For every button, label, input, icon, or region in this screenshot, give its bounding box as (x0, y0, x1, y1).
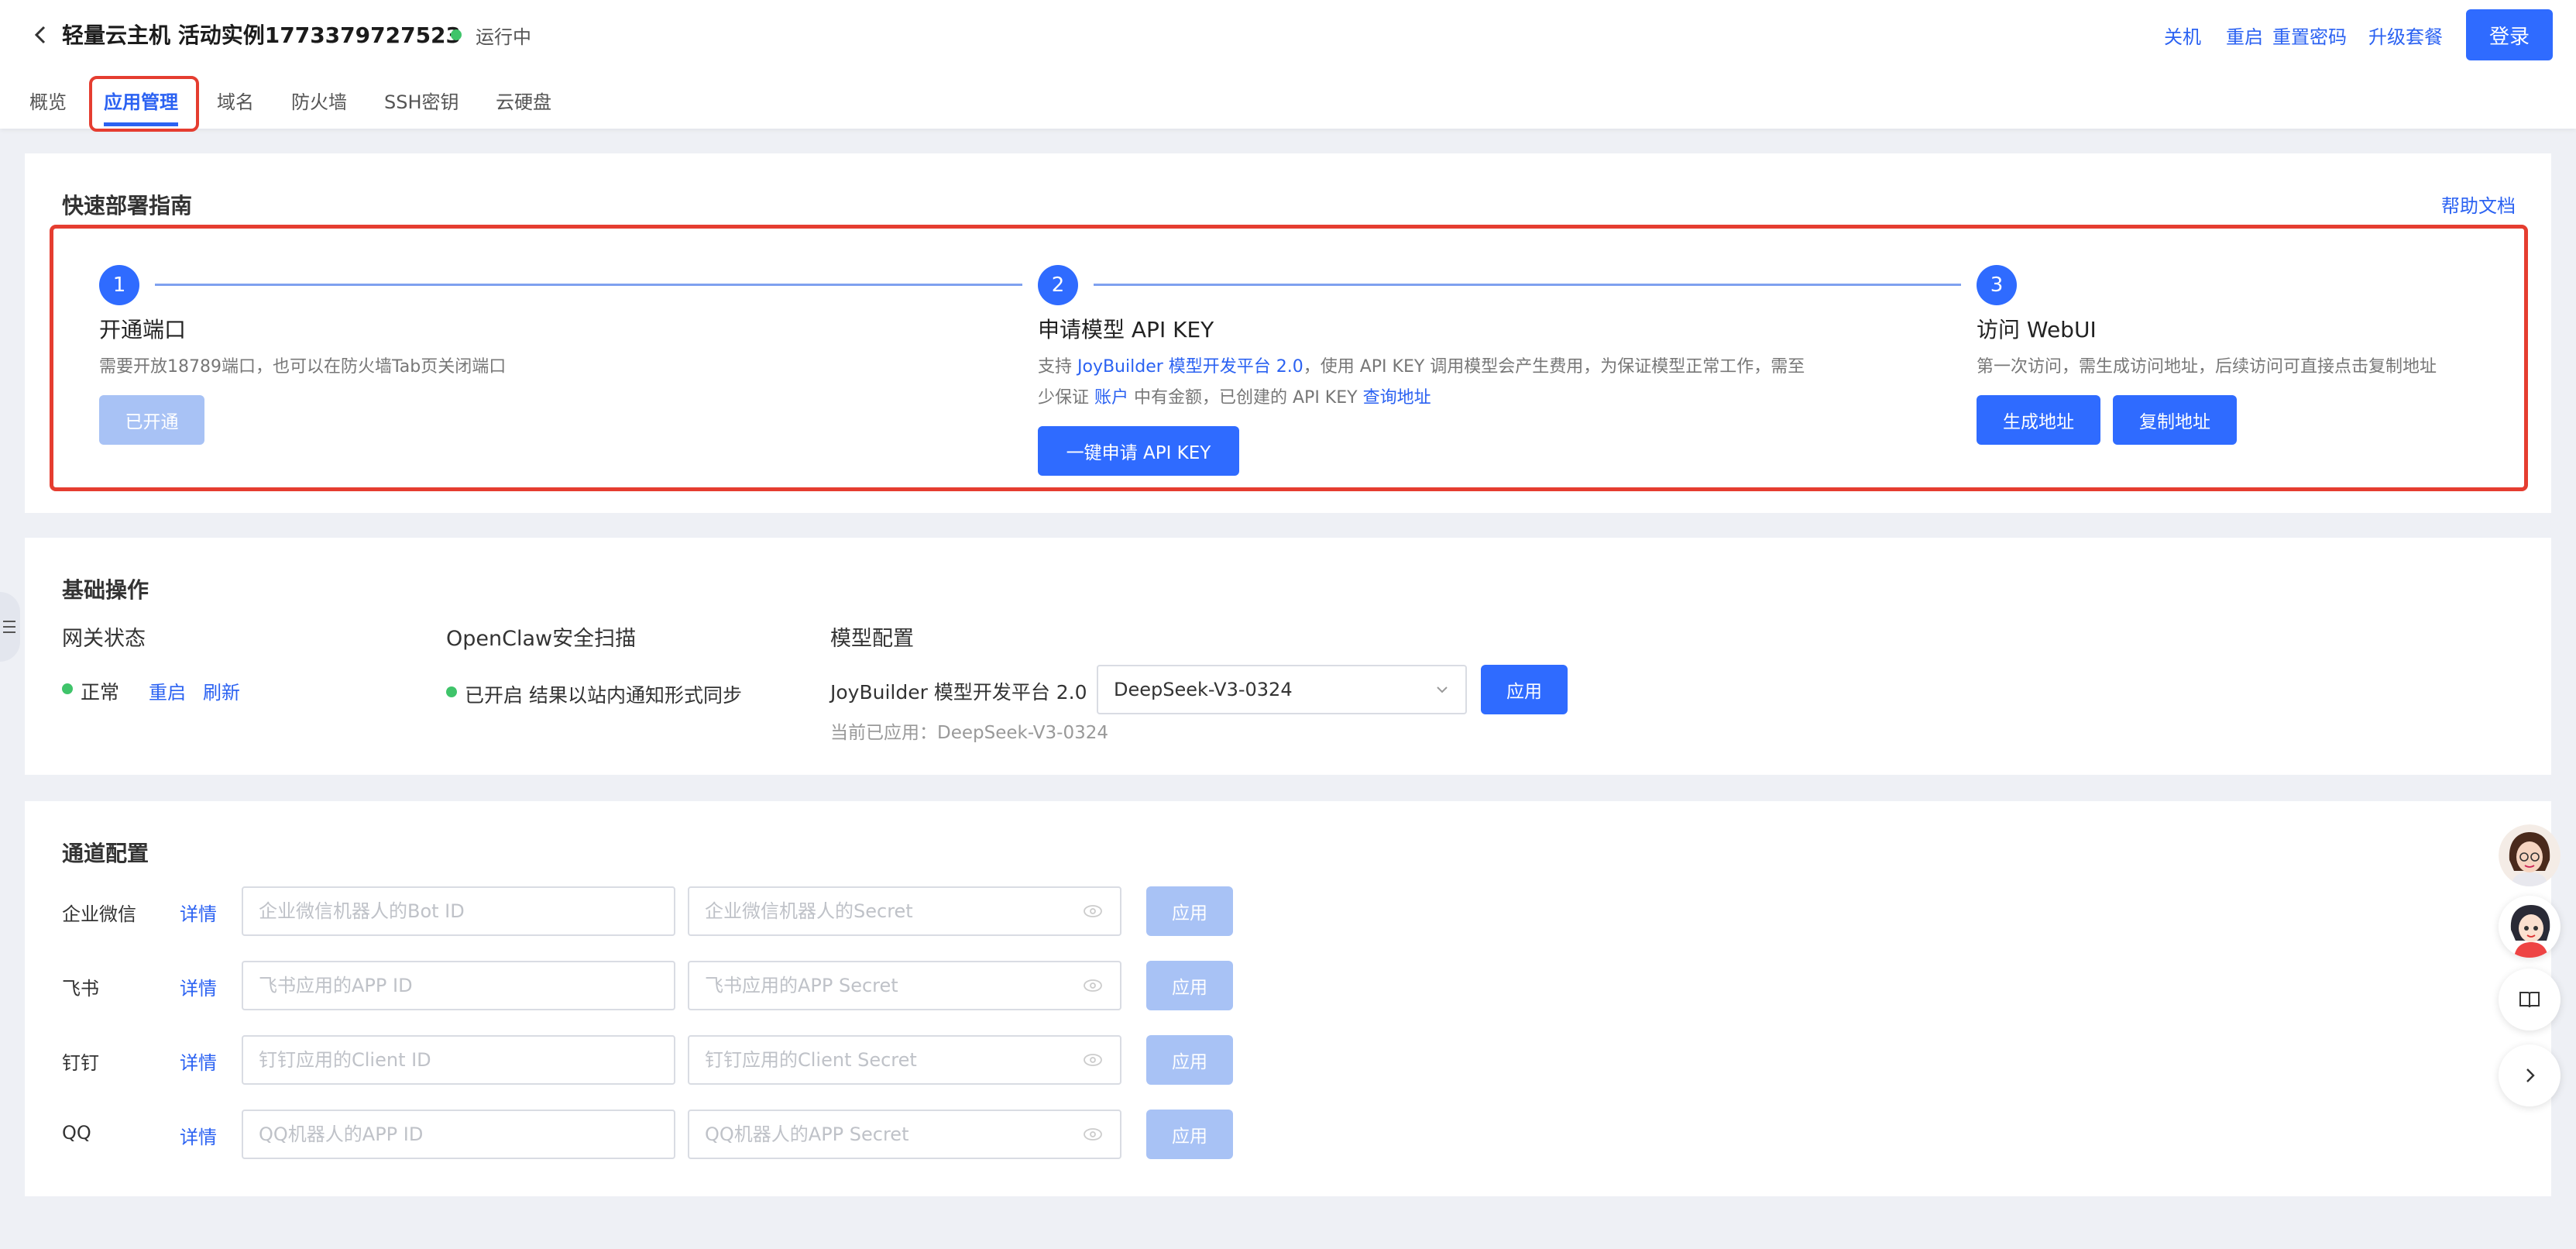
gateway-status-dot (62, 683, 73, 694)
status-badge: 运行中 (476, 26, 531, 48)
step-2-number: 2 (1038, 265, 1078, 305)
page-title: 轻量云主机 活动实例1773379727523 (62, 22, 462, 48)
model-config-label: 模型配置 (830, 627, 914, 651)
qq-apply-button[interactable]: 应用 (1146, 1110, 1233, 1159)
tab-domain[interactable]: 域名 (217, 87, 254, 114)
channel-name-wecom: 企业微信 (62, 903, 136, 925)
assistant-avatar[interactable] (2499, 824, 2561, 886)
top-bar: 轻量云主机 活动实例1773379727523 运行中 关机 重启 重置密码 升… (0, 0, 2576, 132)
channel-detail-link-wecom[interactable]: 详情 (180, 899, 217, 926)
status-dot (451, 29, 462, 40)
shutdown-button[interactable]: 关机 (2164, 22, 2201, 49)
channel-detail-link-dingtalk[interactable]: 详情 (180, 1048, 217, 1075)
current-model-text: 当前已应用：DeepSeek-V3-0324 (830, 723, 1108, 743)
generate-address-button[interactable]: 生成地址 (1977, 395, 2100, 445)
tab-ssh-key[interactable]: SSH密钥 (384, 87, 459, 114)
tab-firewall[interactable]: 防火墙 (291, 87, 347, 114)
qq-app-id-input[interactable] (242, 1110, 675, 1159)
step-1-number: 1 (99, 265, 139, 305)
feishu-apply-button[interactable]: 应用 (1146, 961, 1233, 1010)
step-2-description-line-2: 少保证 账户 中有金额，已创建的 API KEY 查询地址 (1038, 388, 1431, 408)
assistant-avatar-2[interactable] (2499, 896, 2561, 958)
feishu-app-id-input[interactable] (242, 961, 675, 1010)
query-address-link[interactable]: 查询地址 (1363, 388, 1431, 408)
port-opened-button[interactable]: 已开通 (99, 395, 204, 445)
gateway-status-value: 正常 (81, 681, 120, 704)
tab-cloud-disk[interactable]: 云硬盘 (496, 87, 551, 114)
eye-icon[interactable] (1083, 1053, 1103, 1067)
qq-secret-input[interactable] (688, 1110, 1121, 1159)
tab-overview[interactable]: 概览 (29, 87, 67, 114)
menu-icon (3, 621, 15, 633)
channel-detail-link-feishu[interactable]: 详情 (180, 973, 217, 1000)
model-select[interactable]: DeepSeek-V3-0324 (1097, 665, 1467, 714)
chevron-right-icon (2526, 1068, 2535, 1082)
channel-name-qq: QQ (62, 1122, 91, 1144)
sidebar-collapse-handle[interactable] (0, 592, 20, 662)
gateway-refresh-link[interactable]: 刷新 (203, 677, 240, 704)
step-3-description: 第一次访问，需生成访问地址，后续访问可直接点击复制地址 (1977, 357, 2437, 377)
dingtalk-secret-input[interactable] (688, 1035, 1121, 1085)
account-link[interactable]: 账户 (1094, 388, 1128, 408)
assistant-avatar-2-image (2499, 896, 2561, 958)
step-3-number: 3 (1977, 265, 2017, 305)
channel-detail-link-qq[interactable]: 详情 (180, 1122, 217, 1149)
wecom-secret-input[interactable] (688, 886, 1121, 936)
back-icon[interactable] (29, 23, 53, 46)
eye-icon[interactable] (1083, 1127, 1103, 1141)
security-scan-label: OpenClaw安全扫描 (446, 627, 637, 651)
feishu-secret-input[interactable] (688, 961, 1121, 1010)
restart-button[interactable]: 重启 (2226, 22, 2263, 49)
reset-password-button[interactable]: 重置密码 (2272, 22, 2347, 49)
wecom-bot-id-input[interactable] (242, 886, 675, 936)
eye-icon[interactable] (1083, 904, 1103, 918)
eye-icon[interactable] (1083, 979, 1103, 993)
help-docs-link[interactable]: 帮助文档 (2441, 191, 2516, 218)
expand-panel-button[interactable] (2499, 1044, 2561, 1106)
model-apply-button[interactable]: 应用 (1481, 665, 1568, 714)
channel-config-title: 通道配置 (62, 841, 149, 866)
step-2-description-line-1: 支持 JoyBuilder 模型开发平台 2.0，使用 API KEY 调用模型… (1038, 357, 1805, 377)
dingtalk-apply-button[interactable]: 应用 (1146, 1035, 1233, 1085)
docs-button[interactable] (2499, 969, 2561, 1031)
channel-name-dingtalk: 钉钉 (62, 1052, 99, 1074)
copy-address-button[interactable]: 复制地址 (2113, 395, 2237, 445)
step-3-title: 访问 WebUI (1977, 317, 2097, 342)
step-1-connector (155, 284, 1022, 286)
apply-api-key-button[interactable]: 一键申请 API KEY (1038, 426, 1239, 476)
wecom-apply-button[interactable]: 应用 (1146, 886, 1233, 936)
upgrade-plan-button[interactable]: 升级套餐 (2368, 22, 2443, 49)
step-1-description: 需要开放18789端口，也可以在防火墙Tab页关闭端口 (99, 357, 507, 377)
gateway-status-label: 网关状态 (62, 627, 146, 651)
basic-operations-title: 基础操作 (62, 577, 149, 603)
dingtalk-client-id-input[interactable] (242, 1035, 675, 1085)
model-select-value: DeepSeek-V3-0324 (1114, 679, 1293, 700)
step-2-connector (1094, 284, 1961, 286)
step-2-title: 申请模型 API KEY (1038, 317, 1214, 342)
security-scan-dot (446, 686, 457, 697)
gateway-restart-link[interactable]: 重启 (149, 677, 186, 704)
tab-highlight-box (89, 76, 199, 132)
assistant-avatar-image (2499, 824, 2561, 886)
chevron-down-icon (1437, 686, 1448, 693)
security-scan-status: 已开启 结果以站内通知形式同步 (465, 684, 742, 707)
channel-name-feishu: 飞书 (62, 978, 99, 1000)
basic-operations-card (25, 538, 2551, 775)
joybuilder-link[interactable]: JoyBuilder 模型开发平台 2.0 (1077, 357, 1303, 377)
login-button[interactable]: 登录 (2466, 9, 2553, 60)
model-platform-label: JoyBuilder 模型开发平台 2.0 (830, 681, 1087, 704)
quick-deploy-title: 快速部署指南 (62, 193, 193, 218)
step-1-title: 开通端口 (99, 317, 187, 342)
book-icon (2519, 992, 2540, 1008)
